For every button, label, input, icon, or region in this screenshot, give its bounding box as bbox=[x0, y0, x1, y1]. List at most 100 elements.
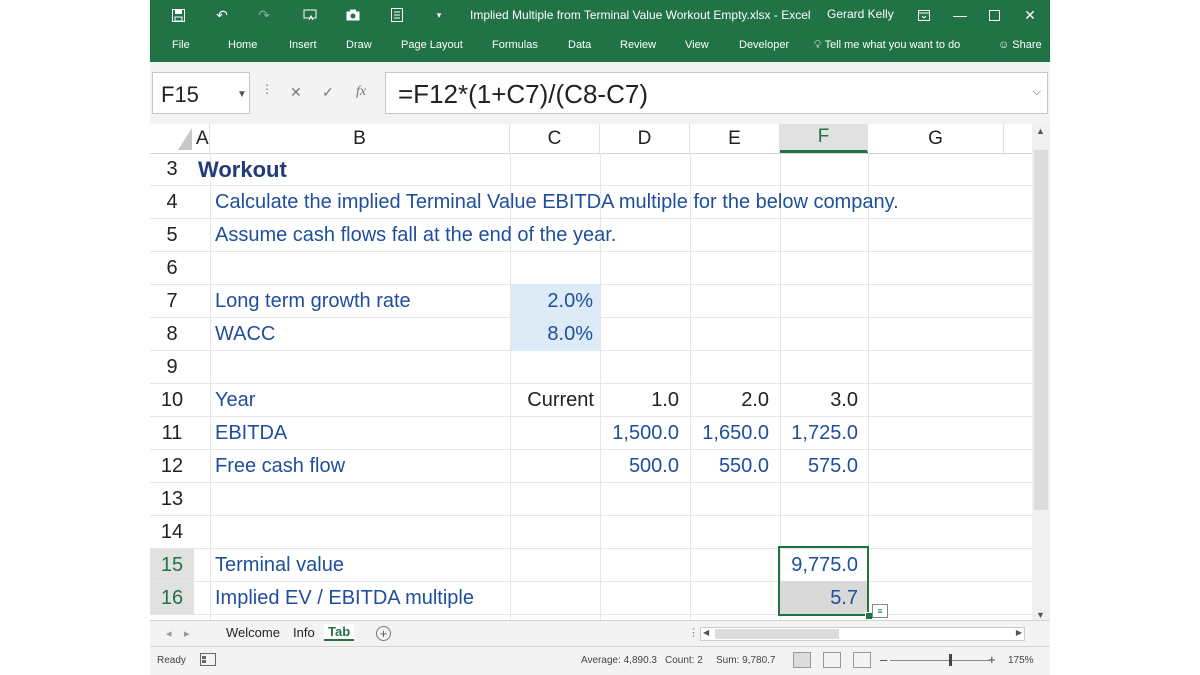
form-icon[interactable] bbox=[387, 5, 407, 25]
cancel-icon[interactable]: ✕ bbox=[290, 84, 302, 101]
customize-toolbar-icon[interactable]: ▾ bbox=[429, 5, 449, 25]
cell-b11[interactable]: EBITDA bbox=[215, 417, 287, 450]
cell-d10[interactable]: 1.0 bbox=[600, 384, 679, 417]
vertical-scroll-thumb[interactable] bbox=[1034, 150, 1048, 510]
cell-b10[interactable]: Year bbox=[215, 384, 255, 417]
cell-b5[interactable]: Assume cash flows fall at the end of the… bbox=[215, 219, 616, 252]
more-options-icon[interactable]: ⋮ bbox=[261, 82, 273, 96]
tab-file[interactable]: File bbox=[172, 39, 190, 51]
cell-e11[interactable]: 1,650.0 bbox=[690, 417, 769, 450]
page-break-view-icon[interactable] bbox=[853, 652, 871, 668]
tab-view[interactable]: View bbox=[685, 39, 709, 51]
row-header-8[interactable]: 8 bbox=[150, 318, 194, 351]
cell-c8-wacc[interactable]: 8.0% bbox=[511, 318, 600, 351]
column-header-b[interactable]: B bbox=[210, 124, 510, 153]
cell-f11[interactable]: 1,725.0 bbox=[780, 417, 858, 450]
redo-icon[interactable]: ↷ bbox=[254, 5, 274, 25]
camera-icon[interactable] bbox=[343, 5, 363, 25]
expand-formula-icon[interactable]: ⌵ bbox=[1033, 86, 1041, 99]
row-header-7[interactable]: 7 bbox=[150, 285, 194, 318]
tab-split-handle[interactable]: ⋮ bbox=[688, 626, 699, 639]
row-header-6[interactable]: 6 bbox=[150, 252, 194, 285]
quick-analysis-icon[interactable]: ≡ bbox=[872, 604, 888, 618]
close-icon[interactable]: ✕ bbox=[1018, 3, 1042, 27]
cell-e10[interactable]: 2.0 bbox=[690, 384, 769, 417]
column-header-c[interactable]: C bbox=[510, 124, 600, 153]
name-box[interactable]: F15 ▼ bbox=[152, 72, 250, 114]
sheet-prev-icon[interactable]: ◂ bbox=[166, 627, 172, 640]
column-header-a[interactable]: A bbox=[194, 124, 210, 153]
sheet-tab-info[interactable]: Info bbox=[293, 625, 315, 640]
share-button[interactable]: ☺ Share bbox=[998, 39, 1042, 51]
cell-c10[interactable]: Current bbox=[510, 384, 594, 417]
minimize-icon[interactable]: — bbox=[948, 3, 972, 27]
tab-data[interactable]: Data bbox=[568, 39, 591, 51]
cell-d11[interactable]: 1,500.0 bbox=[600, 417, 679, 450]
tell-me-search[interactable]: 💡︎ Tell me what you want to do bbox=[814, 39, 960, 52]
page-layout-view-icon[interactable] bbox=[823, 652, 841, 668]
scroll-left-icon[interactable]: ◀ bbox=[703, 628, 709, 637]
macro-record-icon[interactable] bbox=[200, 653, 216, 669]
maximize-icon[interactable] bbox=[982, 3, 1006, 27]
zoom-level[interactable]: 175% bbox=[1008, 655, 1034, 666]
formula-input[interactable]: =F12*(1+C7)/(C8-C7) ⌵ bbox=[385, 72, 1048, 114]
cell-c7-growth-rate[interactable]: 2.0% bbox=[511, 285, 600, 318]
tab-draw[interactable]: Draw bbox=[346, 39, 372, 51]
zoom-slider[interactable] bbox=[890, 660, 990, 661]
horizontal-scrollbar[interactable]: ◀ ▶ bbox=[700, 627, 1025, 641]
add-sheet-icon[interactable]: + bbox=[376, 626, 391, 641]
column-header-e[interactable]: E bbox=[690, 124, 780, 153]
row-header-10[interactable]: 10 bbox=[150, 384, 194, 417]
scroll-right-icon[interactable]: ▶ bbox=[1016, 628, 1022, 637]
cell-b16[interactable]: Implied EV / EBITDA multiple bbox=[215, 582, 474, 615]
row-header-11[interactable]: 11 bbox=[150, 417, 194, 450]
row-header-4[interactable]: 4 bbox=[150, 186, 194, 219]
cell-d12[interactable]: 500.0 bbox=[600, 450, 679, 483]
chevron-down-icon[interactable]: ▼ bbox=[237, 89, 247, 100]
save-icon[interactable] bbox=[168, 5, 188, 25]
undo-icon[interactable]: ↶ bbox=[212, 5, 232, 25]
row-header-16[interactable]: 16 bbox=[150, 582, 194, 615]
cell-e12[interactable]: 550.0 bbox=[690, 450, 769, 483]
cell-f12[interactable]: 575.0 bbox=[780, 450, 858, 483]
cell-b12[interactable]: Free cash flow bbox=[215, 450, 345, 483]
cell-b4[interactable]: Calculate the implied Terminal Value EBI… bbox=[215, 186, 899, 219]
row-header-15[interactable]: 15 bbox=[150, 549, 194, 582]
cell-b15[interactable]: Terminal value bbox=[215, 549, 344, 582]
insert-function-icon[interactable]: fx bbox=[356, 84, 366, 100]
tab-developer[interactable]: Developer bbox=[739, 39, 789, 51]
cell-b8[interactable]: WACC bbox=[215, 318, 275, 351]
row-header-3[interactable]: 3 bbox=[150, 153, 194, 186]
vertical-scrollbar[interactable]: ▲ ▼ bbox=[1032, 124, 1050, 620]
tab-home[interactable]: Home bbox=[228, 39, 257, 51]
normal-view-icon[interactable] bbox=[793, 652, 811, 668]
touch-mode-icon[interactable] bbox=[300, 5, 320, 25]
sheet-next-icon[interactable]: ▸ bbox=[184, 627, 190, 640]
cell-b7[interactable]: Long term growth rate bbox=[215, 285, 411, 318]
column-header-g[interactable]: G bbox=[868, 124, 1004, 153]
row-header-12[interactable]: 12 bbox=[150, 450, 194, 483]
column-header-f[interactable]: F bbox=[780, 124, 868, 153]
tab-page-layout[interactable]: Page Layout bbox=[401, 39, 463, 51]
tab-insert[interactable]: Insert bbox=[289, 39, 317, 51]
zoom-in-icon[interactable]: + bbox=[988, 652, 996, 667]
user-name[interactable]: Gerard Kelly bbox=[827, 7, 894, 21]
zoom-slider-handle[interactable] bbox=[949, 654, 952, 666]
ribbon-display-options-icon[interactable] bbox=[912, 3, 936, 27]
sheet-tab-welcome[interactable]: Welcome bbox=[226, 625, 280, 640]
column-header-d[interactable]: D bbox=[600, 124, 690, 153]
tab-review[interactable]: Review bbox=[620, 39, 656, 51]
row-header-13[interactable]: 13 bbox=[150, 483, 194, 516]
scroll-up-icon[interactable]: ▲ bbox=[1036, 126, 1045, 136]
sheet-tab-tab[interactable]: Tab bbox=[324, 624, 355, 641]
cell-f10[interactable]: 3.0 bbox=[780, 384, 858, 417]
row-header-14[interactable]: 14 bbox=[150, 516, 194, 549]
enter-check-icon[interactable]: ✓ bbox=[322, 84, 334, 101]
row-header-9[interactable]: 9 bbox=[150, 351, 194, 384]
row-header-5[interactable]: 5 bbox=[150, 219, 194, 252]
tab-formulas[interactable]: Formulas bbox=[492, 39, 538, 51]
cell-a3-heading[interactable]: Workout bbox=[198, 153, 287, 186]
zoom-out-icon[interactable]: – bbox=[880, 652, 887, 667]
scroll-down-icon[interactable]: ▼ bbox=[1036, 610, 1045, 620]
select-all-corner[interactable] bbox=[150, 124, 194, 153]
